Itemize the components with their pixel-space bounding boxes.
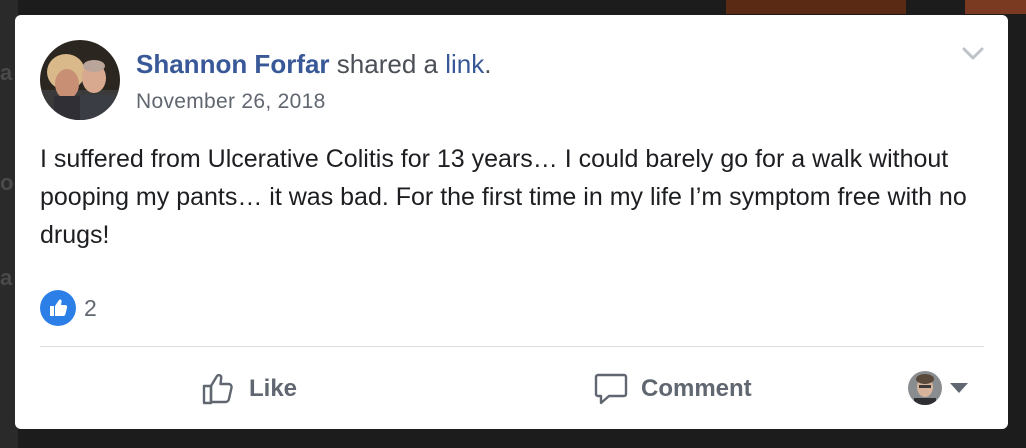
author-name-link[interactable]: Shannon Forfar — [136, 49, 330, 79]
like-button[interactable]: Like — [201, 367, 297, 411]
author-avatar[interactable] — [40, 40, 120, 120]
background-image — [965, 0, 1026, 14]
reaction-summary[interactable]: 2 — [40, 290, 97, 326]
comment-button[interactable]: Comment — [593, 367, 752, 411]
post-header: Shannon Forfar shared a link. — [136, 49, 491, 80]
like-label: Like — [249, 375, 298, 402]
reaction-count: 2 — [84, 294, 97, 321]
thumbs-up-icon — [202, 373, 233, 405]
background-glyph: a — [0, 60, 13, 85]
caret-down-icon — [950, 383, 968, 393]
like-icon — [40, 290, 76, 326]
post-card: Shannon Forfar shared a link. November 2… — [15, 15, 1008, 429]
background-glyph: a — [0, 265, 13, 290]
period: . — [484, 49, 492, 79]
divider — [40, 346, 984, 347]
viewer-avatar — [908, 371, 942, 405]
chevron-down-icon[interactable] — [961, 45, 985, 63]
background-image — [726, 0, 906, 14]
comment-icon — [594, 373, 628, 405]
background-glyph: o — [0, 170, 14, 195]
shared-action-text: shared a — [336, 49, 438, 79]
post-body: I suffered from Ulcerative Colitis for 1… — [40, 145, 967, 249]
post-timestamp[interactable]: November 26, 2018 — [136, 90, 326, 114]
shared-link[interactable]: link — [445, 49, 484, 79]
comment-as-selector[interactable] — [908, 371, 968, 405]
comment-label: Comment — [641, 375, 752, 402]
